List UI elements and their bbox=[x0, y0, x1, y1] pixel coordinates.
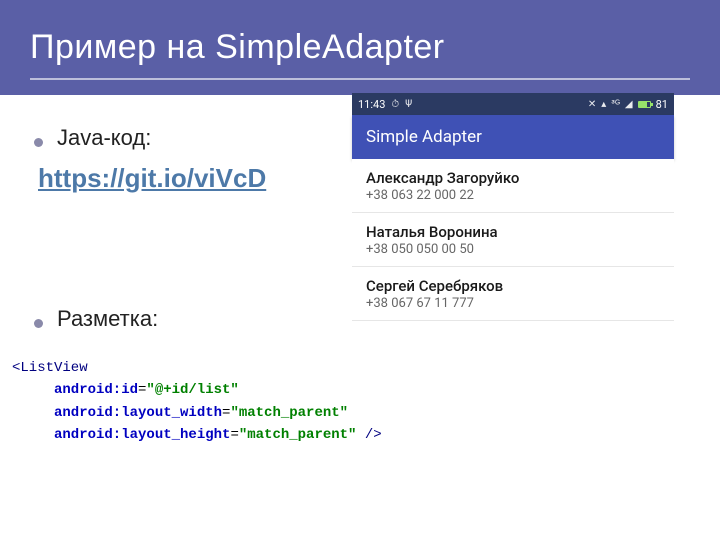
network-icon: ³ᴳ bbox=[611, 99, 620, 110]
code-val: "@+id/list" bbox=[146, 382, 238, 398]
bullet-java-label: Java-код: bbox=[57, 125, 151, 151]
title-underline bbox=[30, 78, 690, 80]
app-bar: Simple Adapter bbox=[352, 115, 674, 159]
code-tag: <ListView bbox=[12, 360, 88, 376]
java-code-link[interactable]: https://git.io/viVcD bbox=[38, 163, 266, 194]
code-attr: android:layout_width bbox=[54, 405, 222, 421]
list-item[interactable]: Александр Загоруйко +38 063 22 000 22 bbox=[352, 159, 674, 213]
battery-icon bbox=[638, 101, 651, 108]
contact-phone: +38 067 67 11 777 bbox=[366, 296, 660, 311]
code-attr: android:id bbox=[54, 382, 138, 398]
appbar-title: Simple Adapter bbox=[366, 127, 482, 147]
code-block: <ListView android:id="@+id/list" android… bbox=[12, 357, 382, 447]
contact-name: Наталья Воронина bbox=[366, 223, 660, 241]
statusbar-left: 11:43 ⏱ Ψ bbox=[358, 98, 412, 111]
slide-title: Пример на SimpleAdapter bbox=[30, 28, 445, 67]
statusbar-right: ✕ ▴ ³ᴳ ◢ 81 bbox=[588, 98, 668, 111]
code-line: android:layout_height="match_parent" /> bbox=[12, 424, 382, 446]
code-line: android:id="@+id/list" bbox=[12, 379, 382, 401]
wifi-icon: ◢ bbox=[625, 99, 633, 110]
contact-phone: +38 050 050 00 50 bbox=[366, 242, 660, 257]
usb-icon: Ψ bbox=[405, 99, 412, 110]
code-tag: /> bbox=[356, 427, 381, 443]
contact-name: Сергей Серебряков bbox=[366, 277, 660, 295]
contact-name: Александр Загоруйко bbox=[366, 169, 660, 187]
code-val: "match_parent" bbox=[239, 427, 357, 443]
slide-content: Java-код: https://git.io/viVcD Разметка:… bbox=[0, 95, 720, 540]
contact-phone: +38 063 22 000 22 bbox=[366, 188, 660, 203]
bullet-java: Java-код: bbox=[34, 125, 354, 151]
code-val: "match_parent" bbox=[230, 405, 348, 421]
code-attr: android:layout_height bbox=[54, 427, 230, 443]
left-column: Java-код: https://git.io/viVcD Разметка: bbox=[34, 125, 354, 336]
code-line: android:layout_width="match_parent" bbox=[12, 402, 382, 424]
contact-list: Александр Загоруйко +38 063 22 000 22 На… bbox=[352, 159, 674, 321]
bullet-dot-icon bbox=[34, 138, 43, 147]
battery-percent: 81 bbox=[656, 98, 668, 111]
bullet-markup-label: Разметка: bbox=[57, 306, 158, 332]
statusbar-time: 11:43 bbox=[358, 98, 385, 111]
title-band: Пример на SimpleAdapter bbox=[0, 0, 720, 95]
list-item[interactable]: Наталья Воронина +38 050 050 00 50 bbox=[352, 213, 674, 267]
location-off-icon: ✕ bbox=[588, 99, 596, 110]
status-bar: 11:43 ⏱ Ψ ✕ ▴ ³ᴳ ◢ 81 bbox=[352, 93, 674, 115]
list-item[interactable]: Сергей Серебряков +38 067 67 11 777 bbox=[352, 267, 674, 321]
bullet-markup: Разметка: bbox=[34, 306, 354, 332]
signal-icon: ▴ bbox=[601, 99, 606, 110]
alarm-icon: ⏱ bbox=[391, 99, 399, 110]
bullet-dot-icon bbox=[34, 319, 43, 328]
code-line: <ListView bbox=[12, 357, 382, 379]
android-screenshot: 11:43 ⏱ Ψ ✕ ▴ ³ᴳ ◢ 81 Simple Adapter Але… bbox=[352, 93, 674, 321]
